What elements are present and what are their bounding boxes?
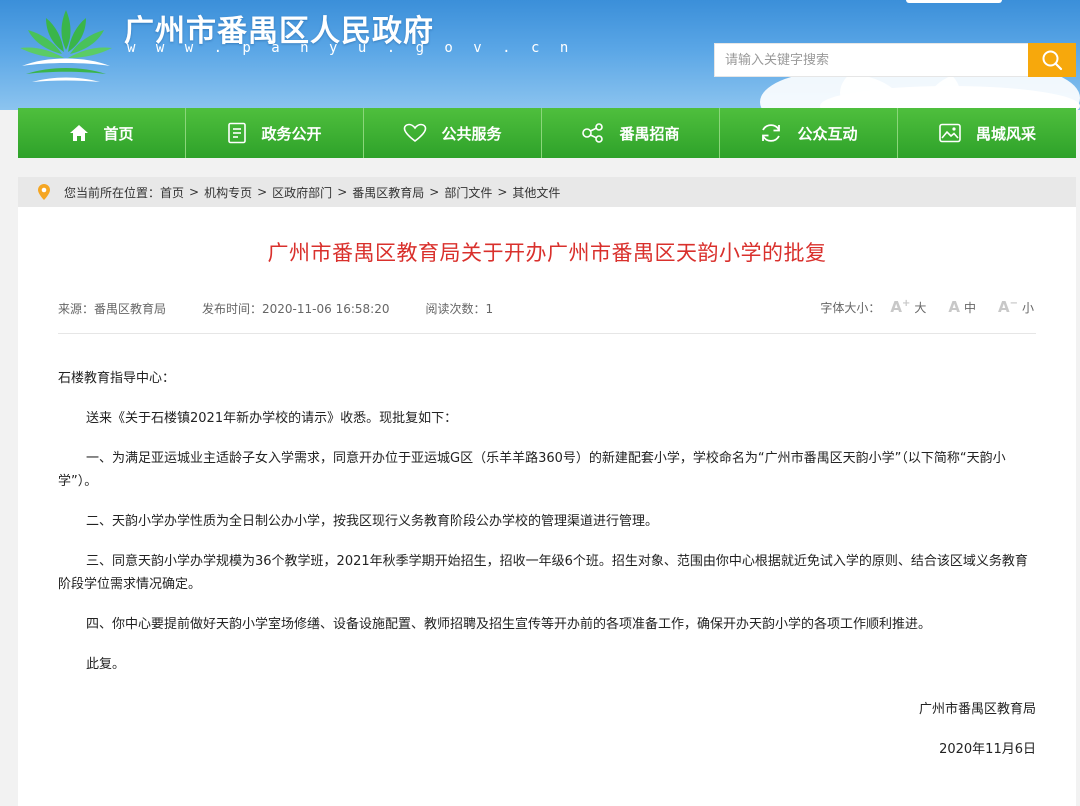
search-input[interactable] bbox=[714, 43, 1028, 77]
article-body: 石楼教育指导中心： 送来《关于石楼镇2021年新办学校的请示》收悉。现批复如下：… bbox=[58, 367, 1036, 778]
breadcrumb-separator: > bbox=[497, 185, 508, 199]
font-size-large-label: 大 bbox=[914, 300, 927, 315]
font-default-icon: A bbox=[948, 298, 960, 316]
breadcrumb-prefix: 您当前所在位置： bbox=[64, 185, 161, 200]
nav-government-affairs[interactable]: 政务公开 bbox=[186, 108, 364, 158]
nav-public-services[interactable]: 公共服务 bbox=[364, 108, 542, 158]
article-read-count: 阅读次数：1 bbox=[425, 302, 494, 316]
nav-home[interactable]: 首页 bbox=[18, 108, 186, 158]
nav-label: 公共服务 bbox=[441, 124, 502, 143]
font-size-medium-label: 中 bbox=[963, 300, 976, 315]
search-icon bbox=[1042, 50, 1063, 71]
nav-label: 公众互动 bbox=[797, 124, 858, 143]
refresh-icon bbox=[762, 124, 781, 142]
article-paragraph: 此复。 bbox=[86, 657, 126, 672]
font-size-controls: 字体大小： A+ 大 A 中 A− 小 bbox=[820, 298, 1034, 316]
breadcrumb-item-home[interactable]: 首页 bbox=[160, 184, 184, 201]
breadcrumb-item-other-files[interactable]: 其他文件 bbox=[512, 184, 560, 201]
font-size-label: 字体大小： bbox=[820, 300, 881, 315]
breadcrumb-item-agency-pages[interactable]: 机构专页 bbox=[204, 184, 252, 201]
article-paragraph: 二、天韵小学办学性质为全日制公办小学，按我区现行义务教育阶段公办学校的管理渠道进… bbox=[86, 514, 659, 529]
nav-public-interaction[interactable]: 公众互动 bbox=[720, 108, 898, 158]
site-url: w w w . p a n y u . g o v . c n bbox=[127, 40, 575, 56]
font-size-small-button[interactable]: A− 小 bbox=[998, 298, 1034, 316]
nav-label: 政务公开 bbox=[261, 124, 322, 143]
font-size-large-button[interactable]: A+ 大 bbox=[890, 298, 926, 316]
article-paragraph: 一、为满足亚运城业主适龄子女入学需求，同意开办位于亚运城G区（乐羊羊路360号）… bbox=[58, 451, 1006, 489]
font-decrease-icon: A− bbox=[997, 298, 1018, 316]
logo-icon[interactable] bbox=[16, 4, 116, 88]
font-size-medium-button[interactable]: A 中 bbox=[948, 298, 976, 316]
top-tab-indicator bbox=[906, 0, 1002, 3]
breadcrumb-separator: > bbox=[189, 185, 200, 199]
meta-divider bbox=[58, 333, 1036, 334]
article-date: 2020年11月6日 bbox=[939, 742, 1036, 757]
nav-label: 禺城风采 bbox=[975, 124, 1036, 143]
breadcrumb-item-department-files[interactable]: 部门文件 bbox=[444, 184, 492, 201]
font-size-small-label: 小 bbox=[1021, 300, 1034, 315]
search-button[interactable] bbox=[1028, 43, 1076, 77]
article-container: 广州市番禺区教育局关于开办广州市番禺区天韵小学的批复 来源：番禺区教育局 发布时… bbox=[18, 207, 1076, 806]
breadcrumb-separator: > bbox=[257, 185, 268, 199]
breadcrumb: 您当前所在位置： 首页 > 机构专页 > 区政府部门 > 番禺区教育局 > 部门… bbox=[18, 177, 1076, 207]
article-paragraph: 石楼教育指导中心： bbox=[58, 371, 176, 386]
nav-investment[interactable]: 番禺招商 bbox=[542, 108, 720, 158]
breadcrumb-item-departments[interactable]: 区政府部门 bbox=[272, 184, 332, 201]
home-icon bbox=[70, 125, 89, 141]
article-paragraph: 三、同意天韵小学办学规模为36个教学班，2021年秋季学期开始招生，招收一年级6… bbox=[58, 554, 1028, 592]
breadcrumb-item-education-bureau[interactable]: 番禺区教育局 bbox=[352, 184, 424, 201]
article-publish-time: 发布时间：2020-11-06 16:58:20 bbox=[202, 302, 390, 316]
article-paragraph: 四、你中心要提前做好天韵小学室场修缮、设备设施配置、教师招聘及招生宣传等开办前的… bbox=[86, 617, 932, 632]
font-increase-icon: A+ bbox=[890, 298, 911, 316]
article-signature: 广州市番禺区教育局 bbox=[918, 702, 1036, 717]
site-header: 广州市番禺区人民政府 w w w . p a n y u . g o v . c… bbox=[0, 0, 1080, 110]
article-meta: 来源：番禺区教育局 发布时间：2020-11-06 16:58:20 阅读次数：… bbox=[58, 300, 493, 317]
breadcrumb-separator: > bbox=[429, 185, 440, 199]
nav-label: 番禺招商 bbox=[619, 124, 680, 143]
article-source: 来源：番禺区教育局 bbox=[58, 302, 167, 316]
breadcrumb-separator: > bbox=[337, 185, 348, 199]
image-icon bbox=[939, 123, 961, 143]
article-paragraph: 送来《关于石楼镇2021年新办学校的请示》收悉。现批复如下： bbox=[86, 411, 458, 426]
nav-city-scenery[interactable]: 禺城风采 bbox=[898, 108, 1076, 158]
article-title: 广州市番禺区教育局关于开办广州市番禺区天韵小学的批复 bbox=[267, 241, 827, 265]
location-pin-icon bbox=[38, 184, 50, 200]
document-list-icon bbox=[228, 122, 247, 144]
heart-icon bbox=[404, 123, 427, 143]
main-nav: 首页 政务公开 公共服务 番禺招商 公众互动 禺城风采 bbox=[18, 108, 1076, 158]
network-icon bbox=[582, 123, 604, 143]
nav-label: 首页 bbox=[103, 124, 134, 143]
